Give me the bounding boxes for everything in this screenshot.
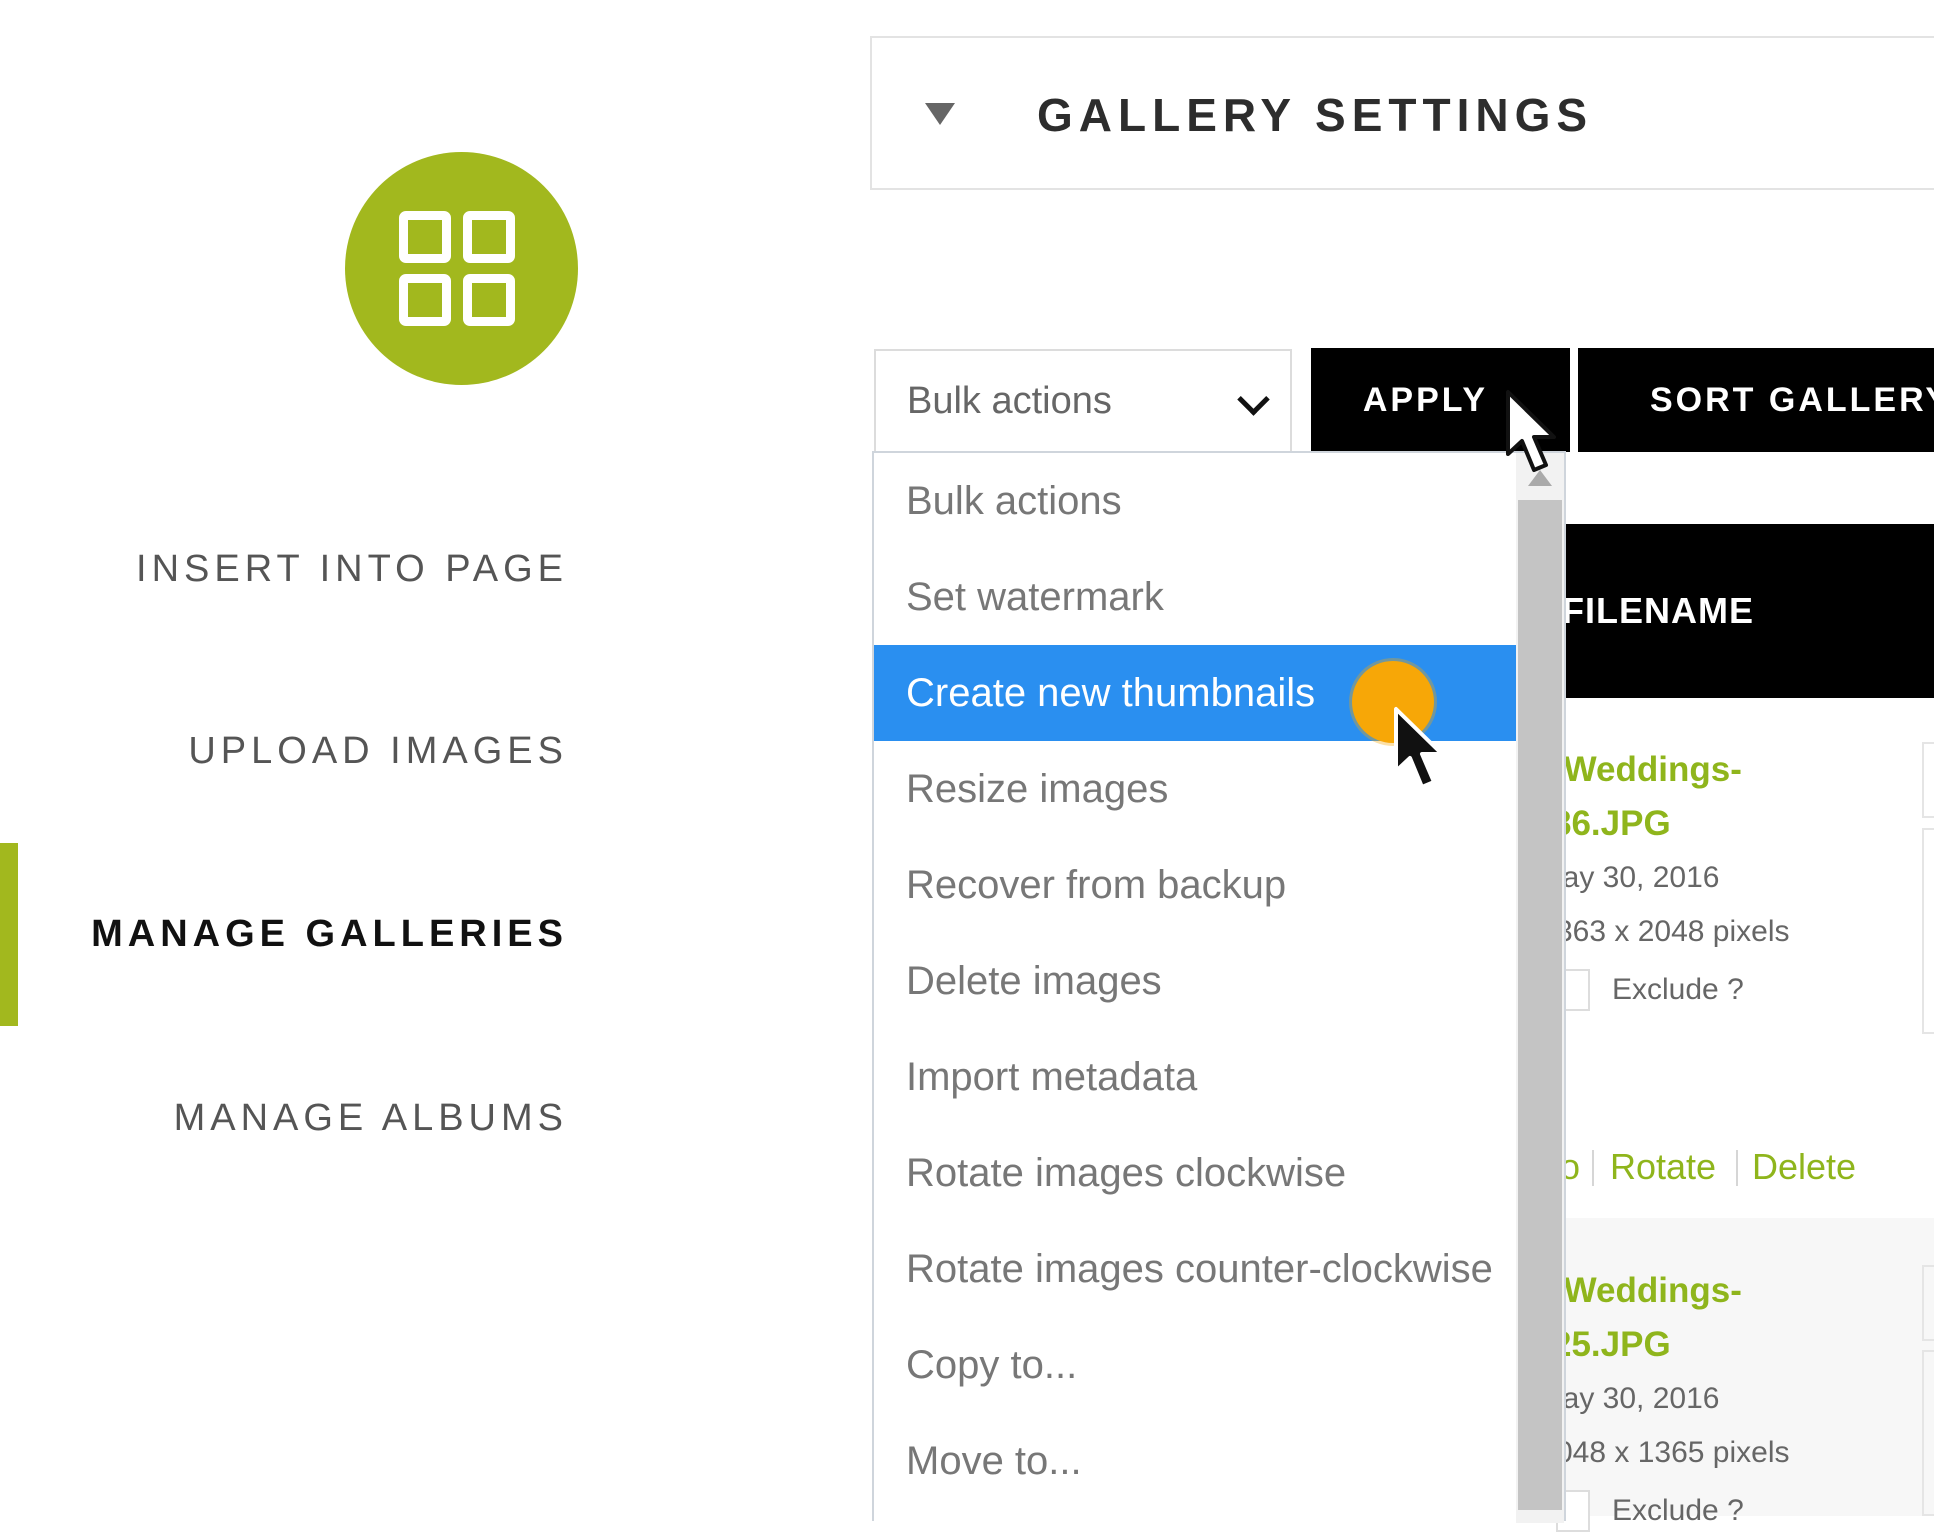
image-dimensions: 363 x 2048 pixels <box>1556 915 1790 948</box>
option-rotate-clockwise[interactable]: Rotate images clockwise <box>874 1125 1516 1221</box>
image-dimensions: 048 x 1365 pixels <box>1556 1436 1790 1469</box>
caret-down-icon[interactable] <box>925 103 955 125</box>
delete-link[interactable]: Delete <box>1752 1146 1856 1188</box>
image-filename-link[interactable]: 86.JPG <box>1552 797 1671 851</box>
action-separator <box>1592 1150 1594 1186</box>
active-nav-indicator <box>0 843 18 1026</box>
option-set-watermark[interactable]: Set watermark <box>874 549 1516 645</box>
exclude-label: Exclude ? <box>1612 973 1744 1006</box>
mouse-pointer-icon <box>1394 707 1444 789</box>
nav-manage-galleries[interactable]: MANAGE GALLERIES <box>91 913 568 956</box>
option-delete-images[interactable]: Delete images <box>874 933 1516 1029</box>
image-filename-link[interactable]: -Weddings- <box>1552 1264 1742 1318</box>
row-input-edge <box>1922 828 1934 1034</box>
bulk-actions-value: Bulk actions <box>907 380 1112 422</box>
apply-button-label: APPLY <box>1362 380 1489 419</box>
gallery-logo-icon <box>345 152 578 385</box>
sort-gallery-button[interactable]: SORT GALLERY <box>1578 348 1934 452</box>
image-date: lay 30, 2016 <box>1556 861 1720 894</box>
exclude-label: Exclude ? <box>1612 1494 1744 1527</box>
nav-insert-into-page[interactable]: INSERT INTO PAGE <box>136 548 568 591</box>
grid-square-icon <box>399 211 451 263</box>
image-filename-link[interactable]: 25.JPG <box>1552 1318 1671 1372</box>
row-input-edge <box>1922 742 1934 818</box>
grid-square-icon <box>463 274 515 326</box>
row-input-edge <box>1922 1265 1934 1341</box>
gallery-settings-title: GALLERY SETTINGS <box>1037 89 1594 141</box>
option-recover-from-backup[interactable]: Recover from backup <box>874 837 1516 933</box>
filename-column-header[interactable]: FILENAME <box>1562 590 1754 632</box>
option-bulk-actions[interactable]: Bulk actions <box>874 453 1516 549</box>
image-filename-link[interactable]: -Weddings- <box>1552 743 1742 797</box>
option-move-to[interactable]: Move to... <box>874 1413 1516 1509</box>
dropdown-scrollbar-thumb[interactable] <box>1518 500 1562 1510</box>
option-copy-to[interactable]: Copy to... <box>874 1317 1516 1413</box>
action-separator <box>1736 1150 1738 1186</box>
mouse-pointer-icon <box>1506 390 1556 472</box>
option-import-metadata[interactable]: Import metadata <box>874 1029 1516 1125</box>
nav-manage-albums[interactable]: MANAGE ALBUMS <box>174 1097 568 1140</box>
row-input-edge <box>1922 1350 1934 1516</box>
rotate-link[interactable]: Rotate <box>1610 1146 1716 1188</box>
option-rotate-counter-clockwise[interactable]: Rotate images counter-clockwise <box>874 1221 1516 1317</box>
bulk-actions-dropdown[interactable]: Bulk actions Set watermark Create new th… <box>872 451 1566 1521</box>
nav-upload-images[interactable]: UPLOAD IMAGES <box>188 730 568 773</box>
grid-square-icon <box>463 211 515 263</box>
grid-square-icon <box>399 274 451 326</box>
sort-gallery-label: SORT GALLERY <box>1650 380 1934 419</box>
image-date: lay 30, 2016 <box>1556 1382 1720 1415</box>
